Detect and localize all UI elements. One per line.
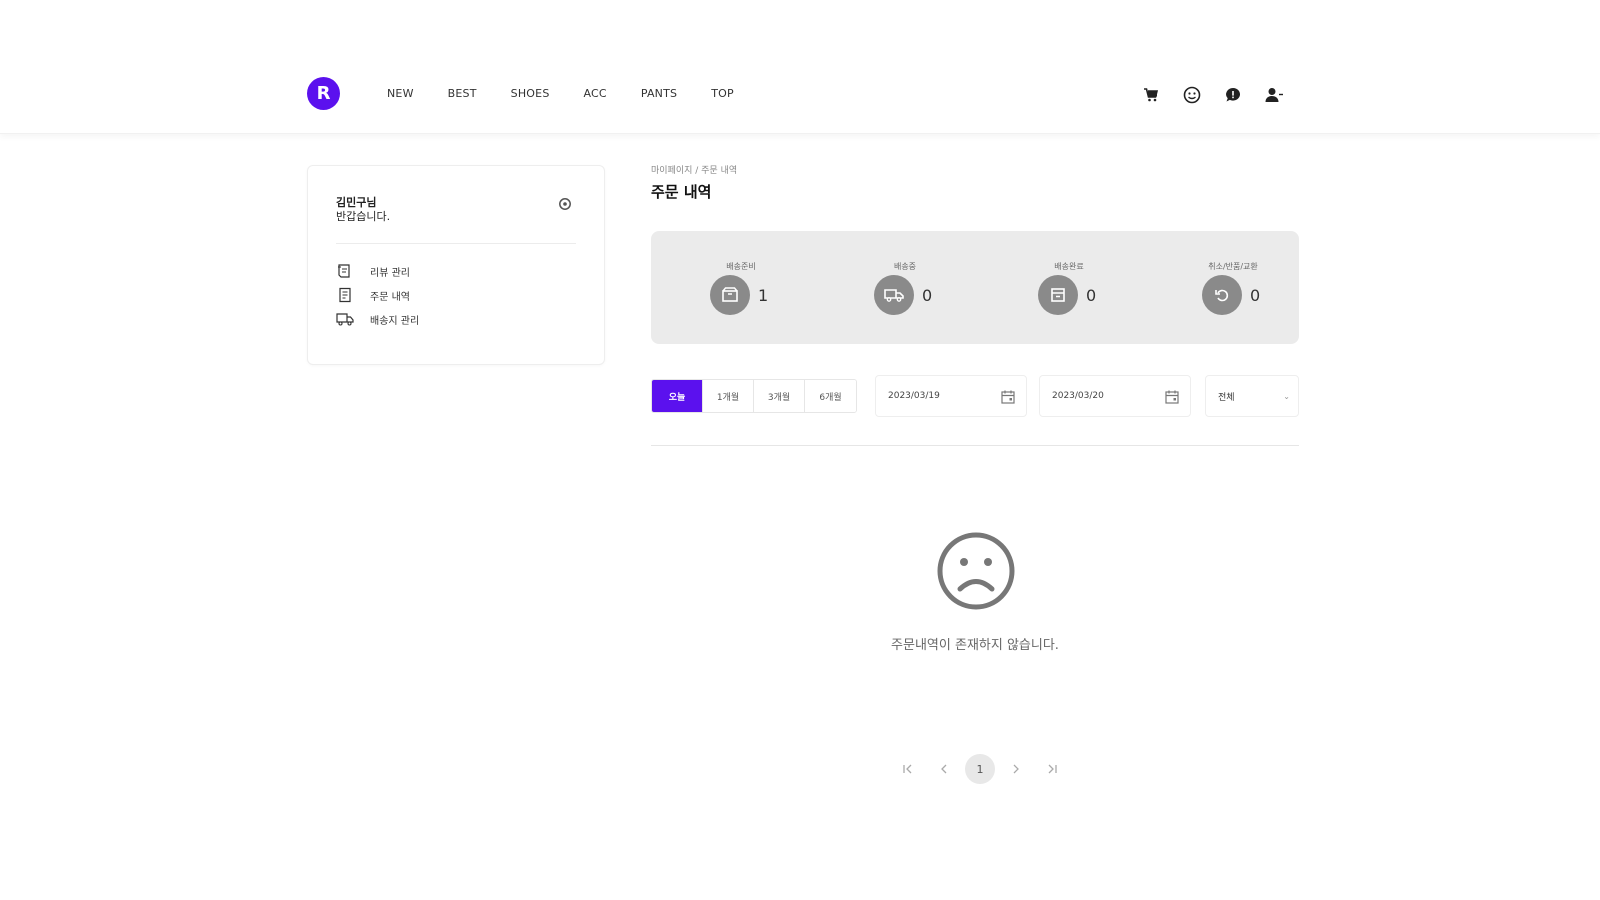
status-cancel-return[interactable]: 취소/반품/교환 0 bbox=[1173, 261, 1293, 315]
start-date-field[interactable]: 2023/03/19 bbox=[875, 375, 1027, 417]
nav-item-best[interactable]: BEST bbox=[448, 87, 477, 100]
header: R NEW BEST SHOES ACC PANTS TOP bbox=[0, 0, 1600, 134]
start-date-value: 2023/03/19 bbox=[888, 391, 940, 401]
period-6m-button[interactable]: 6개월 bbox=[805, 380, 856, 412]
chevron-down-icon: ⌄ bbox=[1283, 392, 1290, 401]
page-title: 주문 내역 bbox=[651, 183, 712, 201]
main-nav: NEW BEST SHOES ACC PANTS TOP bbox=[387, 87, 768, 100]
pagination: 1 bbox=[893, 754, 1073, 784]
prev-page-icon[interactable] bbox=[929, 754, 959, 784]
package-check-icon bbox=[1038, 275, 1078, 315]
user-greeting: 김민구님 반갑습니다. bbox=[336, 196, 390, 224]
nav-item-shoes[interactable]: SHOES bbox=[511, 87, 550, 100]
user-name: 김민구님 bbox=[336, 196, 377, 209]
end-date-field[interactable]: 2023/03/20 bbox=[1039, 375, 1191, 417]
sidebar-item-address[interactable]: 배송지 관리 bbox=[336, 307, 419, 331]
greeting-text: 반갑습니다. bbox=[336, 210, 391, 223]
box-icon bbox=[710, 275, 750, 315]
sad-face-icon bbox=[935, 530, 1017, 612]
content-divider bbox=[651, 445, 1299, 446]
order-status-summary: 배송준비 1 배송중 0 배송완료 0 취소/반품/교환 0 bbox=[651, 231, 1299, 344]
status-label: 배송준비 bbox=[726, 262, 756, 271]
sidebar-item-label: 주문 내역 bbox=[370, 291, 410, 303]
last-page-icon[interactable] bbox=[1037, 754, 1067, 784]
face-icon[interactable] bbox=[1181, 84, 1203, 106]
nav-item-pants[interactable]: PANTS bbox=[641, 87, 677, 100]
order-status-select[interactable]: 전체 ⌄ bbox=[1205, 375, 1299, 417]
sidebar-item-label: 리뷰 관리 bbox=[370, 267, 410, 279]
status-count: 0 bbox=[922, 285, 933, 305]
chat-icon[interactable] bbox=[1222, 84, 1244, 106]
status-count: 1 bbox=[758, 285, 769, 305]
period-3m-button[interactable]: 3개월 bbox=[754, 380, 805, 412]
cart-icon[interactable] bbox=[1140, 84, 1162, 106]
select-value: 전체 bbox=[1218, 392, 1235, 403]
end-date-value: 2023/03/20 bbox=[1052, 391, 1104, 401]
brand-logo[interactable]: R bbox=[307, 77, 340, 110]
nav-item-top[interactable]: TOP bbox=[711, 87, 734, 100]
breadcrumb: 마이페이지 / 주문 내역 bbox=[651, 166, 738, 176]
sidebar-divider bbox=[336, 243, 576, 244]
header-actions bbox=[1140, 84, 1304, 106]
sidebar-menu: 리뷰 관리 주문 내역 배송지 관리 bbox=[336, 259, 419, 331]
user-icon[interactable] bbox=[1263, 84, 1285, 106]
period-filter: 오늘 1개월 3개월 6개월 bbox=[651, 379, 857, 413]
status-count: 0 bbox=[1250, 285, 1261, 305]
first-page-icon[interactable] bbox=[893, 754, 923, 784]
status-label: 배송완료 bbox=[1054, 262, 1084, 271]
review-icon bbox=[336, 262, 354, 280]
calendar-icon[interactable] bbox=[1000, 389, 1016, 405]
status-delivered[interactable]: 배송완료 0 bbox=[1009, 261, 1129, 315]
receipt-icon bbox=[336, 286, 354, 304]
settings-icon[interactable] bbox=[558, 196, 572, 210]
delivery-icon bbox=[874, 275, 914, 315]
nav-item-new[interactable]: NEW bbox=[387, 87, 414, 100]
sidebar-item-review[interactable]: 리뷰 관리 bbox=[336, 259, 419, 283]
nav-item-acc[interactable]: ACC bbox=[584, 87, 607, 100]
calendar-icon[interactable] bbox=[1164, 389, 1180, 405]
period-today-button[interactable]: 오늘 bbox=[652, 380, 703, 412]
mypage-sidebar: 김민구님 반갑습니다. 리뷰 관리 주문 내역 배송지 관리 bbox=[307, 165, 605, 365]
status-count: 0 bbox=[1086, 285, 1097, 305]
return-icon bbox=[1202, 275, 1242, 315]
status-label: 배송중 bbox=[893, 262, 917, 271]
period-1m-button[interactable]: 1개월 bbox=[703, 380, 754, 412]
page-number[interactable]: 1 bbox=[965, 754, 995, 784]
sidebar-item-label: 배송지 관리 bbox=[370, 315, 420, 327]
status-preparing[interactable]: 배송준비 1 bbox=[681, 261, 801, 315]
empty-message: 주문내역이 존재하지 않습니다. bbox=[891, 638, 1059, 653]
next-page-icon[interactable] bbox=[1001, 754, 1031, 784]
sidebar-item-orders[interactable]: 주문 내역 bbox=[336, 283, 419, 307]
status-shipping[interactable]: 배송중 0 bbox=[845, 261, 965, 315]
truck-icon bbox=[336, 310, 354, 328]
status-label: 취소/반품/교환 bbox=[1208, 262, 1258, 271]
